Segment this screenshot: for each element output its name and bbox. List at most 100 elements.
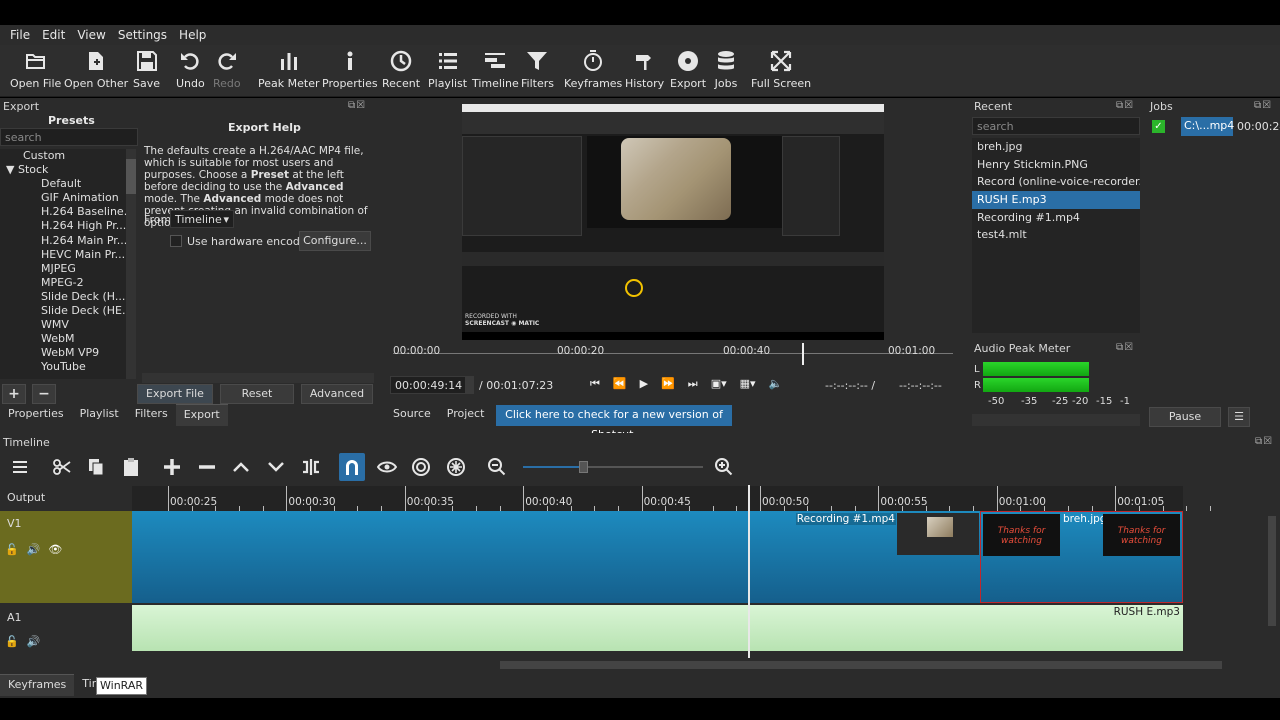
skip-next-icon[interactable]: ⏭ (688, 377, 698, 391)
tab-filters[interactable]: Filters (126, 404, 176, 426)
properties-button[interactable]: Properties (322, 49, 378, 95)
timeline-vscrollbar[interactable] (1266, 511, 1278, 661)
peak-meter-button[interactable]: Peak Meter (258, 49, 319, 95)
preset-item[interactable]: H.264 Main Pr... (0, 234, 126, 248)
preset-item[interactable]: Slide Deck (H.... (0, 290, 126, 304)
preset-item[interactable]: MPEG-2 (0, 276, 126, 290)
rewind-icon[interactable]: ⏪ (613, 377, 627, 391)
snap-button[interactable] (339, 453, 365, 481)
copy-button[interactable] (84, 456, 108, 478)
keyframes-button[interactable]: Keyframes (564, 49, 622, 95)
timeline-button[interactable]: Timeline (472, 49, 519, 95)
tab-export[interactable]: Export (175, 404, 228, 426)
filters-button[interactable]: Filters (521, 49, 554, 95)
list-item[interactable]: test4.mlt (972, 226, 1140, 244)
jobs-panel-float-close[interactable]: ⧉☒ (1254, 100, 1272, 111)
preset-group-custom[interactable]: Custom (0, 149, 126, 163)
zoom-slider-handle[interactable] (579, 461, 588, 473)
overwrite-button[interactable] (264, 456, 288, 478)
menu-settings[interactable]: Settings (112, 28, 173, 42)
volume-icon[interactable]: 🔈 (769, 377, 783, 391)
play-icon[interactable]: ▶ (640, 377, 648, 391)
split-button[interactable] (299, 456, 323, 478)
recent-search-input[interactable]: search (972, 117, 1140, 135)
open-other-button[interactable]: Open Other (64, 49, 128, 95)
timeline-playhead[interactable] (748, 485, 750, 658)
preset-group-stock[interactable]: ▼ Stock (0, 163, 126, 177)
export-file-button[interactable]: Export File (137, 384, 213, 404)
preset-item[interactable]: Default (0, 177, 126, 191)
full-screen-button[interactable]: Full Screen (751, 49, 811, 95)
preset-item[interactable]: HEVC Main Pr... (0, 248, 126, 262)
add-preset-button[interactable]: + (2, 384, 26, 404)
lift-button[interactable] (229, 456, 253, 478)
history-button[interactable]: History (625, 49, 664, 95)
redo-button[interactable]: Redo (213, 49, 241, 95)
tab-properties[interactable]: Properties (0, 404, 72, 426)
track-header-a1[interactable]: A1 🔓 🔊 (0, 605, 132, 651)
job-name[interactable]: C:\...mp4 (1181, 117, 1234, 136)
list-item[interactable]: Record (online-voice-recorder... (972, 173, 1140, 191)
paste-button[interactable] (119, 456, 143, 478)
list-item[interactable]: Henry Stickmin.PNG (972, 156, 1140, 174)
append-button[interactable] (160, 456, 184, 478)
timeline-hscrollbar[interactable] (132, 659, 1266, 671)
speaker-icon[interactable]: 🔊 (27, 635, 41, 648)
from-select[interactable]: Timeline ▾ (170, 210, 234, 228)
preset-item[interactable]: H.264 High Pr... (0, 219, 126, 233)
list-item[interactable]: breh.jpg (972, 138, 1140, 156)
remove-preset-button[interactable]: − (32, 384, 56, 404)
current-time-field[interactable]: 00:00:49:14 (390, 376, 466, 394)
advanced-button[interactable]: Advanced (301, 384, 373, 404)
zoom-slider[interactable] (523, 461, 703, 473)
grid-icon[interactable]: ▦▾ (740, 377, 756, 391)
eye-icon[interactable]: 👁 (48, 543, 62, 556)
presets-scrollbar[interactable] (126, 149, 136, 379)
audio-clip-rush[interactable]: RUSH E.mp3 (132, 605, 1183, 651)
list-item-selected[interactable]: RUSH E.mp3 (972, 191, 1140, 209)
export-button[interactable]: Export (670, 49, 706, 95)
preset-item[interactable]: MJPEG (0, 262, 126, 276)
menu-view[interactable]: View (71, 28, 111, 42)
zoom-in-button[interactable] (712, 456, 736, 478)
video-clip-recording[interactable]: Recording #1.mp4 (132, 511, 980, 603)
skip-previous-icon[interactable]: ⏮ (590, 377, 600, 391)
tab-source[interactable]: Source (385, 404, 439, 426)
menu-edit[interactable]: Edit (36, 28, 71, 42)
preset-item[interactable]: WebM VP9 (0, 346, 126, 360)
zoom-icon[interactable]: ▣▾ (711, 377, 727, 391)
ripple-all-button[interactable] (444, 456, 468, 478)
save-button[interactable]: Save (133, 49, 160, 95)
update-notice-button[interactable]: Click here to check for a new version of… (496, 405, 732, 441)
tab-playlist[interactable]: Playlist (71, 404, 127, 426)
lock-icon[interactable]: 🔓 (5, 543, 19, 556)
reset-button[interactable]: Reset (220, 384, 294, 404)
timeline-ruler[interactable]: 00:00:25 00:00:30 00:00:35 00:00:40 00:00:45… (132, 486, 1211, 511)
zoom-out-button[interactable] (485, 456, 509, 478)
undo-button[interactable]: Undo (176, 49, 205, 95)
timeline-menu-button[interactable] (8, 456, 32, 478)
configure-button[interactable]: Configure... (299, 231, 371, 251)
preset-item[interactable]: YouTube (0, 360, 126, 374)
lock-icon[interactable]: 🔓 (5, 635, 19, 648)
preset-item[interactable]: WebM (0, 332, 126, 346)
player-ruler[interactable]: 00:00:00 00:00:20 00:00:40 00:01:00 (393, 343, 953, 368)
playlist-button[interactable]: Playlist (428, 49, 467, 95)
audio-meter-float-close[interactable]: ⧉☒ (1116, 342, 1134, 353)
scrub-button[interactable] (375, 456, 399, 478)
menu-file[interactable]: File (4, 28, 36, 42)
fast-forward-icon[interactable]: ⏩ (661, 377, 675, 391)
player-playhead[interactable] (802, 343, 804, 365)
jobs-button[interactable]: Jobs (714, 49, 738, 95)
tab-keyframes[interactable]: Keyframes (0, 674, 75, 696)
menu-help[interactable]: Help (173, 28, 212, 42)
list-item[interactable]: Recording #1.mp4 (972, 209, 1140, 227)
open-file-button[interactable]: Open File (10, 49, 61, 95)
preset-item[interactable]: GIF Animation (0, 191, 126, 205)
preset-item[interactable]: H.264 Baseline... (0, 205, 126, 219)
ripple-button[interactable] (409, 456, 433, 478)
track-header-v1[interactable]: V1 🔓 🔊 👁 (0, 511, 132, 603)
time-spinner[interactable] (466, 376, 474, 394)
presets-search-input[interactable]: search (0, 128, 138, 146)
right-dock-hscrollbar[interactable] (972, 414, 1140, 426)
